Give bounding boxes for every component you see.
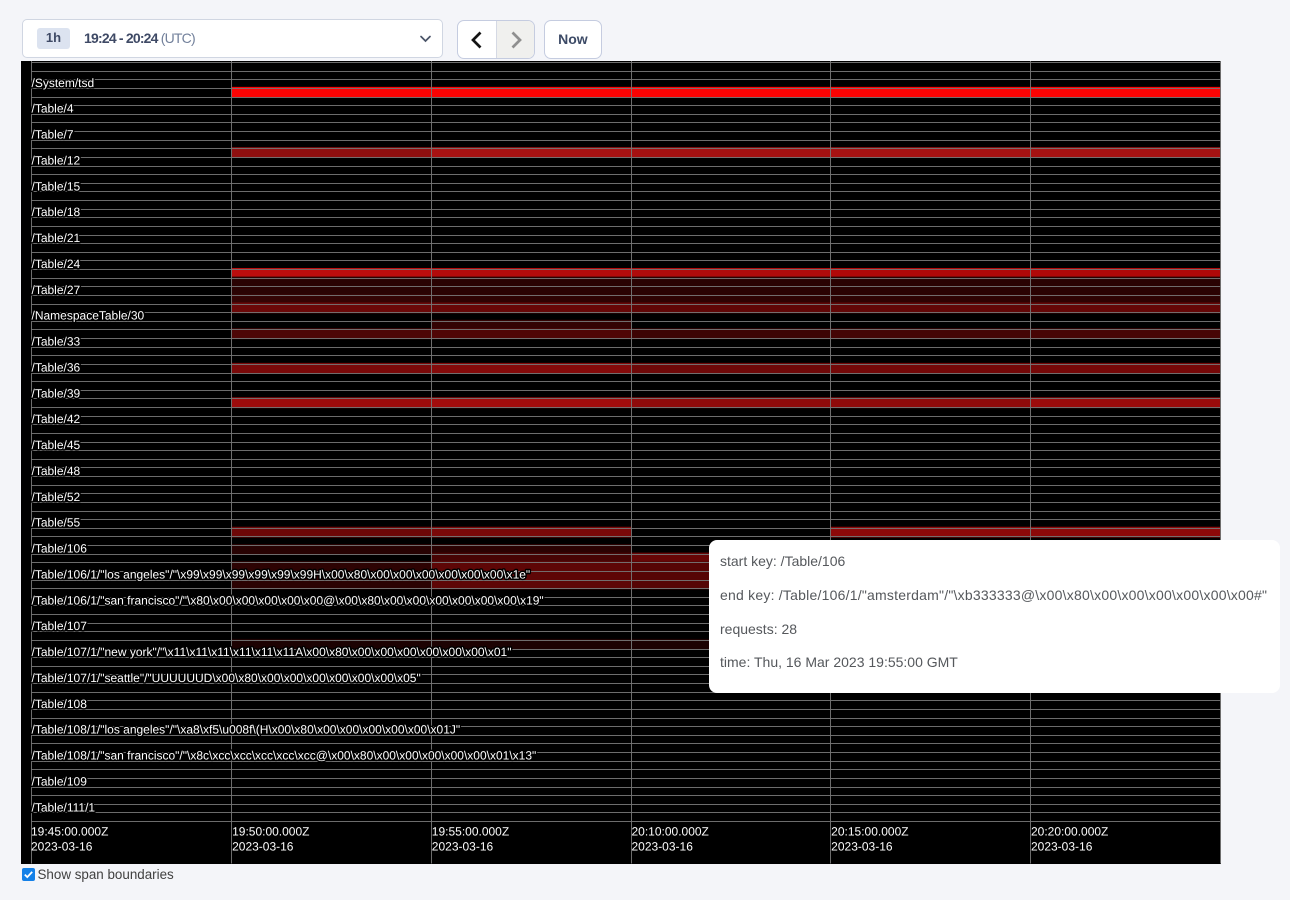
svg-text:20:15:00.000Z: 20:15:00.000Z <box>831 824 908 838</box>
svg-text:/Table/107/1/"seattle"/"UUUUUU: /Table/107/1/"seattle"/"UUUUUUD\x00\x80\… <box>31 671 420 685</box>
svg-text:/Table/107: /Table/107 <box>31 619 87 633</box>
svg-text:/NamespaceTable/30: /NamespaceTable/30 <box>32 309 145 323</box>
svg-text:2023-03-16: 2023-03-16 <box>631 839 693 853</box>
svg-text:/Table/106/1/"los angeles"/"\x: /Table/106/1/"los angeles"/"\x99\x99\x99… <box>31 567 530 581</box>
svg-text:/Table/108/1/"los angeles"/"\x: /Table/108/1/"los angeles"/"\xa8\xf5\u00… <box>31 723 460 737</box>
svg-text:/Table/108/1/"san francisco"/": /Table/108/1/"san francisco"/"\x8c\xcc\x… <box>31 749 536 763</box>
svg-text:/Table/109: /Table/109 <box>31 774 87 788</box>
svg-text:/Table/52: /Table/52 <box>31 490 80 504</box>
svg-text:/Table/106: /Table/106 <box>31 542 87 556</box>
svg-text:/Table/107/1/"new york"/"\x11\: /Table/107/1/"new york"/"\x11\x11\x11\x1… <box>31 645 511 659</box>
svg-text:/Table/45: /Table/45 <box>31 438 80 452</box>
svg-text:2023-03-16: 2023-03-16 <box>232 839 294 853</box>
svg-text:/Table/21: /Table/21 <box>32 231 81 245</box>
svg-text:/Table/111/1: /Table/111/1 <box>31 800 95 814</box>
svg-text:/Table/24: /Table/24 <box>32 257 81 271</box>
svg-text:20:20:00.000Z: 20:20:00.000Z <box>1031 825 1108 839</box>
svg-text:/Table/55: /Table/55 <box>31 516 80 530</box>
svg-text:/Table/36: /Table/36 <box>32 360 81 374</box>
svg-text:/Table/39: /Table/39 <box>32 386 81 400</box>
svg-text:2023-03-16: 2023-03-16 <box>831 839 893 853</box>
svg-text:19:55:00.000Z: 19:55:00.000Z <box>432 824 509 838</box>
svg-text:2023-03-16: 2023-03-16 <box>31 839 93 853</box>
svg-text:20:10:00.000Z: 20:10:00.000Z <box>631 824 708 838</box>
svg-text:/Table/48: /Table/48 <box>31 464 80 478</box>
svg-text:/Table/27: /Table/27 <box>32 283 81 297</box>
svg-text:/Table/108: /Table/108 <box>31 697 87 711</box>
svg-text:/Table/42: /Table/42 <box>32 412 81 426</box>
svg-text:2023-03-16: 2023-03-16 <box>1031 840 1093 854</box>
svg-text:19:50:00.000Z: 19:50:00.000Z <box>232 824 309 838</box>
svg-text:/Table/15: /Table/15 <box>32 179 81 193</box>
svg-text:19:45:00.000Z: 19:45:00.000Z <box>31 824 108 838</box>
svg-text:/System/tsd: /System/tsd <box>32 76 95 90</box>
svg-text:/Table/33: /Table/33 <box>32 335 81 349</box>
svg-text:/Table/7: /Table/7 <box>32 128 74 142</box>
svg-text:/Table/12: /Table/12 <box>32 153 81 167</box>
svg-text:/Table/18: /Table/18 <box>32 205 81 219</box>
svg-text:/Table/4: /Table/4 <box>32 102 74 116</box>
svg-text:2023-03-16: 2023-03-16 <box>432 839 494 853</box>
svg-text:/Table/106/1/"san francisco"/": /Table/106/1/"san francisco"/"\x80\x00\x… <box>31 593 543 607</box>
